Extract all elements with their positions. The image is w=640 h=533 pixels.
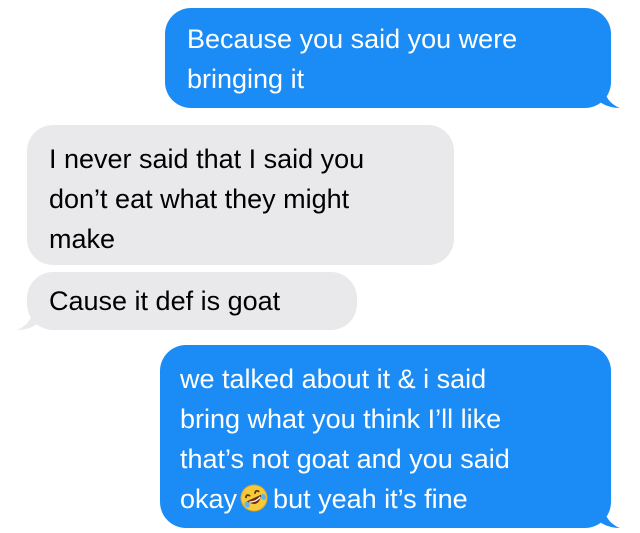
sent-bubble-tail [600,508,620,528]
rofl-emoji-icon [240,484,268,512]
message-text-line: bringing it [187,64,305,94]
received-bubble-tail [17,310,37,330]
message-text-segment: but yeah it’s fine [273,484,468,514]
received-message-bubble[interactable]: I never said that I said you don’t eat w… [27,125,454,265]
message-text-line: Because you said you were [187,24,518,54]
sent-bubble-tail [600,88,620,108]
message-text-line: Cause it def is goat [49,286,281,316]
received-message-bubble[interactable]: Cause it def is goat [27,272,357,330]
message-text-line-with-emoji: okay but yeah it’s fine [180,479,591,519]
message-text-line: that’s not goat and you said [180,444,510,474]
message-text-line: make [49,224,116,254]
sent-message-bubble[interactable]: Because you said you were bringing it [165,8,611,108]
message-thread: Because you said you were bringing it I … [0,0,640,533]
message-text-line: I never said that I said you [49,144,365,174]
message-text-line: we talked about it & i said [180,364,487,394]
message-text-line: bring what you think I’ll like [180,404,502,434]
message-text-line: don’t eat what they might [49,184,350,214]
message-text-segment: okay [180,484,238,514]
sent-message-bubble[interactable]: we talked about it & i said bring what y… [160,345,611,528]
